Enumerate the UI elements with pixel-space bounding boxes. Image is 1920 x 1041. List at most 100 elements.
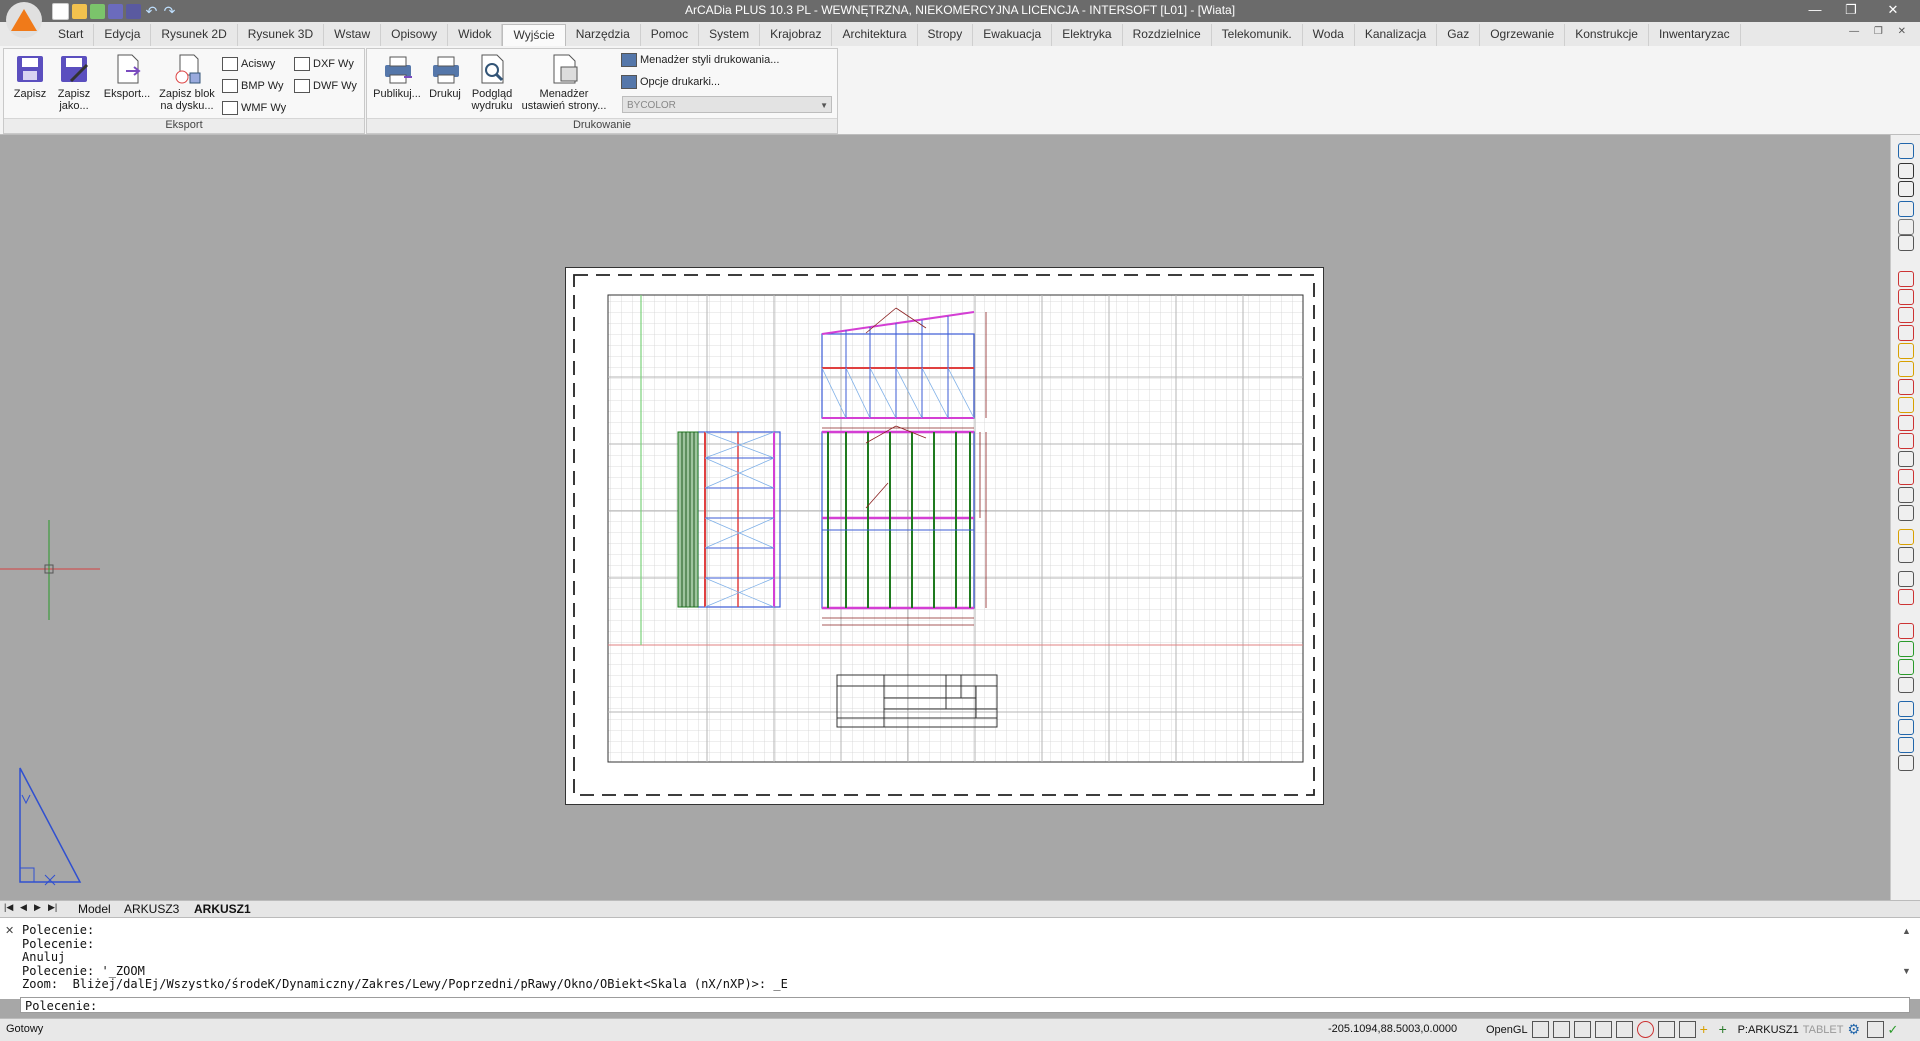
- grid-icon[interactable]: [1615, 1021, 1633, 1038]
- zapisz-jako-button[interactable]: Zapisz jako...: [52, 53, 96, 112]
- zoom-in-icon[interactable]: [1898, 163, 1914, 179]
- tab-inwentaryzac[interactable]: Inwentaryzac: [1649, 24, 1741, 46]
- crosshair-icon[interactable]: +: [1700, 1022, 1715, 1037]
- lineweight-icon[interactable]: [1657, 1021, 1675, 1038]
- dwf-export-button[interactable]: DWF Wy: [294, 79, 357, 93]
- snap-apparent-icon[interactable]: [1898, 547, 1914, 563]
- ribbon-window-controls[interactable]: — ❐ ✕: [1849, 26, 1912, 37]
- tab-pomoc[interactable]: Pomoc: [641, 24, 700, 46]
- tab-architektura[interactable]: Architektura: [832, 24, 918, 46]
- cancel-snap-icon[interactable]: [1898, 589, 1914, 605]
- drukuj-button[interactable]: Drukuj: [425, 53, 465, 100]
- opcje-drukarki-button[interactable]: Opcje drukarki...: [621, 75, 720, 89]
- properties-icon[interactable]: [1898, 737, 1914, 753]
- acis-export-button[interactable]: Aciswy: [222, 57, 275, 71]
- tab-system[interactable]: System: [699, 24, 761, 46]
- tab-krajobraz[interactable]: Krajobraz: [760, 24, 833, 46]
- snap-near-icon[interactable]: [1898, 487, 1914, 503]
- snap-point-icon[interactable]: [1898, 469, 1914, 485]
- tab-kanalizacja[interactable]: Kanalizacja: [1355, 24, 1438, 46]
- zapisz-button[interactable]: Zapisz: [10, 53, 50, 100]
- menadzer-ustawien-strony-button[interactable]: Menadżer ustawień strony...: [517, 53, 611, 112]
- osnap-icon[interactable]: [1594, 1021, 1612, 1038]
- snap-center-icon[interactable]: [1898, 379, 1914, 395]
- opengl-label[interactable]: OpenGL: [1486, 1024, 1528, 1036]
- otrack-icon[interactable]: [1636, 1021, 1654, 1038]
- circle-icon[interactable]: [1898, 325, 1914, 341]
- paper-sheet[interactable]: [565, 267, 1324, 805]
- attribute-icon[interactable]: [1898, 719, 1914, 735]
- next-tab-icon[interactable]: ▶: [34, 902, 41, 913]
- dxf-export-button[interactable]: DXF Wy: [294, 57, 354, 71]
- gear-icon[interactable]: ⚙: [1848, 1022, 1863, 1037]
- ortho-icon[interactable]: [1552, 1021, 1570, 1038]
- axis-icon[interactable]: [1898, 677, 1914, 693]
- snap-icon[interactable]: [1531, 1021, 1549, 1038]
- tab-woda[interactable]: Woda: [1303, 24, 1355, 46]
- sheet-indicator[interactable]: P:ARKUSZ1: [1738, 1024, 1799, 1036]
- snap-circle-icon[interactable]: [1898, 433, 1914, 449]
- command-input[interactable]: Polecenie:: [20, 997, 1910, 1013]
- camera-icon[interactable]: [1898, 235, 1914, 251]
- dynamic-ucs-icon[interactable]: [1678, 1021, 1696, 1038]
- wmf-export-button[interactable]: WMF Wy: [222, 101, 286, 115]
- zoom-out-icon[interactable]: [1898, 181, 1914, 197]
- layer-icon[interactable]: [1898, 641, 1914, 657]
- bmp-export-button[interactable]: BMP Wy: [222, 79, 283, 93]
- close-icon[interactable]: ✕: [5, 924, 14, 937]
- tab-rozdzielnice[interactable]: Rozdzielnice: [1123, 24, 1212, 46]
- tab-arkusz3[interactable]: ARKUSZ3: [124, 902, 179, 916]
- snap-intersect-icon[interactable]: [1898, 529, 1914, 545]
- tab-widok[interactable]: Widok: [448, 24, 503, 46]
- close-button[interactable]: ✕: [1878, 2, 1908, 18]
- tab-ogrzewanie[interactable]: Ogrzewanie: [1480, 24, 1566, 46]
- tab-konstrukcje[interactable]: Konstrukcje: [1565, 24, 1649, 46]
- check-icon[interactable]: ✓: [1888, 1022, 1903, 1037]
- first-tab-icon[interactable]: |◀: [4, 902, 13, 913]
- tab-stropy[interactable]: Stropy: [918, 24, 974, 46]
- eksport-button[interactable]: Eksport...: [100, 53, 154, 100]
- zoom-window-icon[interactable]: [1898, 201, 1914, 217]
- tab-narzędzia[interactable]: Narzędzia: [566, 24, 641, 46]
- block-icon[interactable]: [1898, 701, 1914, 717]
- snap-tangent-icon[interactable]: [1898, 415, 1914, 431]
- tab-elektryka[interactable]: Elektryka: [1052, 24, 1123, 46]
- polar-icon[interactable]: [1573, 1021, 1591, 1038]
- last-tab-icon[interactable]: ▶|: [48, 902, 57, 913]
- dynamic-input-icon[interactable]: +: [1719, 1022, 1734, 1037]
- menadzer-styli-button[interactable]: Menadżer styli drukowania...: [621, 53, 779, 67]
- tablet-indicator[interactable]: TABLET: [1803, 1024, 1844, 1036]
- prev-tab-icon[interactable]: ◀: [20, 902, 27, 913]
- measure-icon[interactable]: [1898, 623, 1914, 639]
- snap-perp-icon[interactable]: [1898, 397, 1914, 413]
- tab-rysunek-3d[interactable]: Rysunek 3D: [238, 24, 325, 46]
- line-icon[interactable]: [1898, 271, 1914, 287]
- restore-button[interactable]: ❐: [1836, 2, 1866, 18]
- location-icon[interactable]: [1898, 659, 1914, 675]
- tab-opisowy[interactable]: Opisowy: [381, 24, 449, 46]
- tab-start[interactable]: Start: [48, 24, 95, 46]
- regen-icon[interactable]: [1898, 143, 1914, 159]
- polyline-icon[interactable]: [1898, 289, 1914, 305]
- walk-icon[interactable]: [1898, 571, 1914, 587]
- tab-rysunek-2d[interactable]: Rysunek 2D: [151, 24, 238, 46]
- tab-model[interactable]: Model: [78, 902, 111, 916]
- tab-wstaw[interactable]: Wstaw: [324, 24, 382, 46]
- tab-ewakuacja[interactable]: Ewakuacja: [973, 24, 1053, 46]
- tab-edycja[interactable]: Edycja: [94, 24, 152, 46]
- zapisz-blok-button[interactable]: Zapisz blok na dysku...: [154, 53, 220, 112]
- snap-parallel-icon[interactable]: [1898, 505, 1914, 521]
- drawing-canvas[interactable]: [0, 135, 1890, 900]
- window-icon[interactable]: [1866, 1021, 1884, 1038]
- tab-telekomunik-[interactable]: Telekomunik.: [1212, 24, 1303, 46]
- tab-gaz[interactable]: Gaz: [1437, 24, 1481, 46]
- podglad-wydruku-button[interactable]: Podgląd wydruku: [467, 53, 517, 112]
- minimize-button[interactable]: —: [1800, 2, 1830, 17]
- app-menu-logo-icon[interactable]: [6, 2, 42, 38]
- snap-end-icon[interactable]: [1898, 361, 1914, 377]
- command-scrollbar[interactable]: ▲ ▼: [1902, 926, 1912, 986]
- publikuj-button[interactable]: Publikuj...: [371, 53, 423, 100]
- plot-style-combo[interactable]: BYCOLOR ▼: [622, 96, 832, 113]
- dimension-icon[interactable]: [1898, 307, 1914, 323]
- snap-insert-icon[interactable]: [1898, 451, 1914, 467]
